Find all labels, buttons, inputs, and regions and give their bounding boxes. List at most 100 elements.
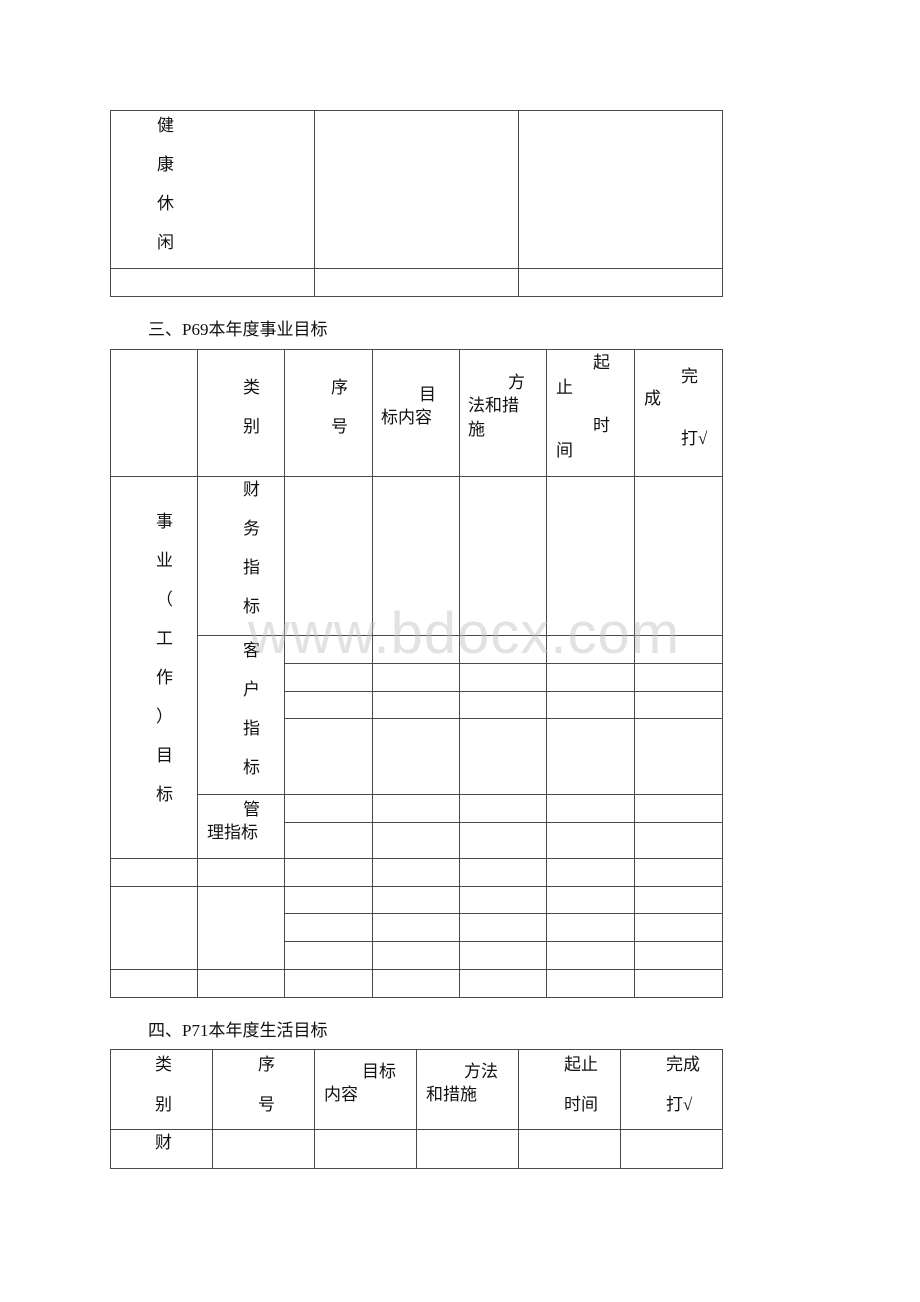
empty-cell[interactable] [284, 718, 373, 795]
customer-indicators-label: 客 户 指 标 [243, 641, 260, 777]
empty-cell[interactable] [634, 886, 723, 914]
health-leisure-table: 健 康 休 闲 [110, 110, 723, 297]
empty-cell[interactable] [110, 886, 198, 970]
empty-cell[interactable] [416, 1129, 519, 1169]
empty-cell[interactable] [372, 822, 460, 859]
empty-cell[interactable] [284, 822, 373, 859]
empty-cell[interactable] [372, 718, 460, 795]
empty-cell[interactable] [459, 886, 547, 914]
empty-cell[interactable] [546, 718, 635, 795]
empty-cell[interactable] [546, 858, 635, 887]
header-goal-content: 目 标内容 [372, 349, 460, 477]
empty-cell[interactable] [459, 663, 547, 692]
empty-cell[interactable] [284, 794, 373, 823]
category-health-leisure: 健 康 休 闲 [157, 116, 174, 252]
empty-cell[interactable] [546, 691, 635, 719]
empty-cell[interactable] [546, 822, 635, 859]
empty-cell[interactable] [284, 691, 373, 719]
life-goals-table: 类 别 序 号 目标 内容 方法 和措施 起止 时间 完成 打√ 财 [110, 1049, 723, 1169]
empty-cell[interactable] [518, 1129, 621, 1169]
empty-cell[interactable] [546, 794, 635, 823]
empty-cell[interactable] [372, 913, 460, 942]
empty-cell[interactable] [372, 794, 460, 823]
empty-cell[interactable] [634, 691, 723, 719]
empty-cell[interactable] [459, 913, 547, 942]
empty-cell[interactable] [314, 1129, 417, 1169]
empty-cell[interactable] [284, 476, 373, 636]
empty-cell[interactable] [110, 268, 315, 297]
empty-cell[interactable] [372, 691, 460, 719]
section4-heading: 四、P71本年度生活目标 [148, 1021, 328, 1040]
empty-cell[interactable] [372, 886, 460, 914]
empty-cell[interactable] [546, 969, 635, 998]
empty-cell[interactable] [634, 794, 723, 823]
empty-cell[interactable] [284, 886, 373, 914]
finance-indicators-label-cell: 财 务 指 标 [197, 476, 285, 636]
empty-cell[interactable] [546, 635, 635, 664]
empty-cell[interactable] [634, 913, 723, 942]
empty-cell[interactable] [518, 110, 723, 269]
career-group-label: 事 业 （ 工 作 ） 目 标 [156, 512, 173, 804]
empty-cell[interactable] [546, 663, 635, 692]
empty-cell[interactable] [197, 969, 285, 998]
empty-cell[interactable] [314, 110, 519, 269]
header-completed-check: 完 成 打√ [634, 349, 723, 477]
empty-cell[interactable] [372, 969, 460, 998]
empty-cell[interactable] [634, 718, 723, 795]
empty-cell[interactable] [212, 1129, 315, 1169]
empty-cell[interactable] [459, 794, 547, 823]
empty-cell[interactable] [314, 268, 519, 297]
empty-cell[interactable] [372, 476, 460, 636]
empty-cell[interactable] [110, 969, 198, 998]
empty-cell[interactable] [110, 858, 198, 887]
empty-cell[interactable] [284, 941, 373, 970]
empty-cell[interactable] [459, 691, 547, 719]
empty-cell[interactable] [459, 941, 547, 970]
header-category: 类 别 [197, 349, 285, 477]
empty-cell[interactable] [634, 822, 723, 859]
header-goal-content: 目标 内容 [314, 1049, 417, 1130]
empty-cell[interactable] [518, 268, 723, 297]
career-group-label-cell: 事 业 （ 工 作 ） 目 标 [110, 476, 198, 859]
empty-cell[interactable] [284, 969, 373, 998]
empty-cell[interactable] [546, 941, 635, 970]
header-methods: 方法 和措施 [416, 1049, 519, 1130]
empty-cell[interactable] [634, 941, 723, 970]
empty-cell[interactable] [372, 858, 460, 887]
empty-cell[interactable] [546, 476, 635, 636]
empty-cell[interactable] [634, 969, 723, 998]
empty-cell[interactable] [459, 858, 547, 887]
empty-cell[interactable] [546, 913, 635, 942]
header-serial: 序 号 [284, 349, 373, 477]
empty-cell[interactable] [197, 886, 285, 970]
empty-cell[interactable] [372, 663, 460, 692]
empty-cell[interactable] [634, 663, 723, 692]
career-goals-table: 类 别 序 号 目 标内容 方 法和措 施 起 止 时 间 完 成 打√ 事 业… [110, 349, 723, 998]
empty-cell[interactable] [284, 858, 373, 887]
empty-cell[interactable] [459, 969, 547, 998]
empty-cell[interactable] [372, 635, 460, 664]
empty-cell[interactable] [459, 822, 547, 859]
empty-cell[interactable] [459, 476, 547, 636]
empty-cell[interactable] [546, 886, 635, 914]
empty-cell[interactable] [620, 1129, 723, 1169]
empty-cell[interactable] [284, 635, 373, 664]
empty-cell[interactable] [372, 941, 460, 970]
header-category: 类 别 [110, 1049, 213, 1130]
header-methods: 方 法和措 施 [459, 349, 547, 477]
first-row-category: 财 [110, 1129, 213, 1169]
empty-cell[interactable] [634, 858, 723, 887]
header-start-end-time: 起止 时间 [518, 1049, 621, 1130]
empty-cell[interactable] [459, 718, 547, 795]
empty-cell[interactable] [459, 635, 547, 664]
header-completed-check: 完成 打√ [620, 1049, 723, 1130]
empty-cell[interactable] [634, 635, 723, 664]
header-start-end-time: 起 止 时 间 [546, 349, 635, 477]
header-blank [110, 349, 198, 477]
header-serial: 序 号 [212, 1049, 315, 1130]
empty-cell[interactable] [284, 913, 373, 942]
empty-cell[interactable] [197, 858, 285, 887]
empty-cell[interactable] [634, 476, 723, 636]
category-cell: 健 康 休 闲 [110, 110, 315, 269]
empty-cell[interactable] [284, 663, 373, 692]
